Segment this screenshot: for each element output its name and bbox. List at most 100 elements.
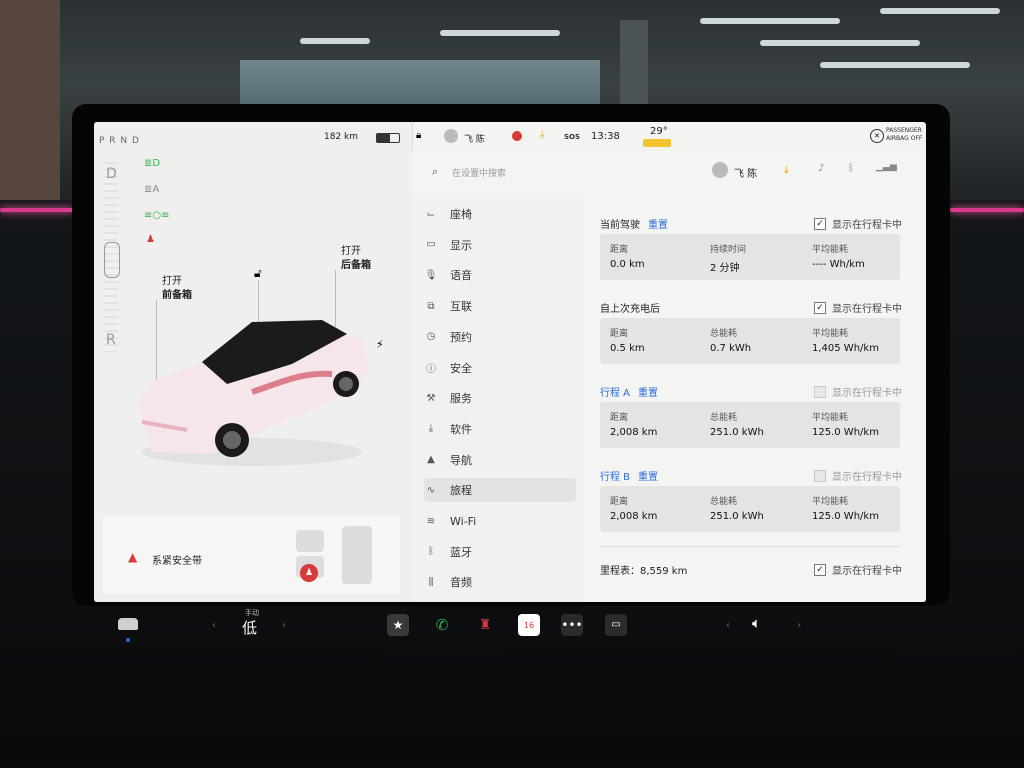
- since-charge-show-toggle[interactable]: ✓ 显示在行程卡中: [814, 300, 902, 315]
- headlight-icon: ≣D: [144, 158, 161, 169]
- profile-name[interactable]: 飞 陈: [464, 132, 485, 145]
- checkbox-checked-icon[interactable]: ✓: [814, 217, 826, 230]
- nav-item[interactable]: ∿ 旅程: [424, 478, 576, 503]
- current-drive-card: 距离 0.0 km 持续时间 2 分钟 平均能耗 ---- Wh/km: [600, 234, 900, 280]
- volume-down-chevron-icon[interactable]: ‹: [726, 620, 730, 631]
- checkbox-checked-icon[interactable]: ✓: [814, 301, 826, 314]
- nav-item[interactable]: ≋ Wi-Fi: [424, 509, 576, 533]
- dashcam-viewer-icon[interactable]: ▭: [605, 614, 627, 636]
- joystick-icon[interactable]: ♜: [474, 614, 496, 636]
- clock-time: 13:38: [591, 131, 620, 142]
- nav-item[interactable]: ᛒ 蓝牙: [424, 540, 576, 564]
- stat-label: 距离: [610, 413, 629, 423]
- ambient-light-right: [950, 208, 1024, 212]
- trunk-label[interactable]: 后备箱: [341, 256, 371, 271]
- trip-a-reset-button[interactable]: 重置: [638, 388, 658, 399]
- nav-item[interactable]: ⚒ 服务: [424, 386, 576, 410]
- unlock-icon[interactable]: 🔓︎: [254, 266, 262, 281]
- profile-avatar[interactable]: [444, 129, 458, 143]
- nav-item[interactable]: ▭ 显示: [424, 233, 576, 257]
- stat-value: 0.0 km: [610, 259, 645, 270]
- nav-item-label: 导航: [450, 453, 472, 467]
- stat-value: 0.7 kWh: [710, 343, 752, 354]
- odometer-show-toggle[interactable]: ✓ 显示在行程卡中: [814, 562, 902, 577]
- checkbox-unchecked-icon[interactable]: [814, 385, 826, 398]
- trip-icon: ∿: [426, 484, 436, 496]
- current-drive-show-toggle[interactable]: ✓ 显示在行程卡中: [814, 216, 902, 231]
- vehicle-panel: P R N D D R ≣D ≣A ≡○≡ ♟ 打开 前备箱 打开 后备箱 🔓︎…: [94, 122, 413, 602]
- signal-icon: ▁▃▅: [876, 162, 897, 172]
- trunk-open-label[interactable]: 打开: [341, 242, 361, 257]
- stat-label: 平均能耗: [812, 413, 849, 423]
- nav-item[interactable]: ⧉ 互联: [424, 294, 576, 318]
- gear-d[interactable]: D: [106, 166, 117, 182]
- seat-icon: ⌙: [426, 208, 436, 220]
- audio-icon: ⫼: [428, 576, 434, 588]
- nav-item[interactable]: ◷ 预约: [424, 325, 576, 349]
- stat-label: 总能耗: [710, 329, 738, 339]
- odometer-text: 里程表：8,559 km: [600, 566, 688, 577]
- charge-port-icon[interactable]: ⚡︎: [376, 338, 384, 351]
- settings-nav: ⌙ 座椅 ▭ 显示 🎙︎ 语音 ⧉ 互联 ◷ 预约 ⓘ 安全 ⚒ 服务 ⤓ 软件 ▲ 导航 ∿ 旅程 ≋ Wi-Fi ᛒ 蓝牙…: [412, 194, 584, 602]
- safety-icon: ⓘ: [426, 364, 436, 375]
- trip-a-show-label: 显示在行程卡中: [832, 388, 902, 399]
- search-icon[interactable]: ⌕: [432, 165, 438, 179]
- airbag-line2: AIRBAG OFF: [886, 135, 923, 142]
- car-icon[interactable]: [118, 618, 138, 630]
- battery-icon: [376, 133, 400, 143]
- weather-badge: [643, 139, 671, 147]
- nav-item-label: 预约: [450, 330, 472, 344]
- more-apps-icon[interactable]: •••: [561, 614, 583, 636]
- seat-occupancy-diagram: ♟: [290, 524, 378, 588]
- volume-up-chevron-icon[interactable]: ›: [797, 620, 801, 631]
- checkbox-unchecked-icon[interactable]: [814, 469, 826, 482]
- nav-item[interactable]: ⓘ 安全: [424, 356, 576, 380]
- header-profile-name[interactable]: 飞 陈: [734, 165, 757, 180]
- trip-b-show-label: 显示在行程卡中: [832, 472, 902, 483]
- phone-icon[interactable]: ✆: [431, 614, 453, 636]
- download-icon: ⤓: [428, 423, 434, 435]
- trip-b-show-toggle[interactable]: 显示在行程卡中: [814, 468, 902, 483]
- dashcam-record-icon[interactable]: [512, 131, 522, 141]
- frunk-label[interactable]: 前备箱: [162, 286, 192, 301]
- stat-label: 平均能耗: [812, 245, 849, 255]
- stat-value: 125.0 Wh/km: [812, 427, 879, 438]
- stat-value: ---- Wh/km: [812, 259, 865, 270]
- background-window: [240, 60, 600, 108]
- sos-icon[interactable]: SOS: [564, 133, 580, 141]
- search-input[interactable]: 在设置中搜索: [452, 166, 506, 179]
- header-profile-avatar[interactable]: [712, 162, 728, 178]
- nav-item-label: 软件: [450, 422, 472, 436]
- odometer-show-label: 显示在行程卡中: [832, 566, 902, 577]
- stat-value: 2,008 km: [610, 511, 658, 522]
- header-download-icon[interactable]: ⤓: [784, 163, 789, 177]
- checkbox-checked-icon[interactable]: ✓: [814, 563, 826, 576]
- gear-r[interactable]: R: [106, 332, 116, 348]
- software-update-icon[interactable]: ⤓: [540, 129, 544, 140]
- toybox-icon[interactable]: ★: [387, 614, 409, 636]
- current-drive-reset-button[interactable]: 重置: [648, 220, 668, 231]
- stat-label: 平均能耗: [812, 329, 849, 339]
- trip-b-title: 行程 B 重置: [600, 468, 658, 483]
- current-drive-label: 当前驾驶: [600, 220, 640, 231]
- trip-a-show-toggle[interactable]: 显示在行程卡中: [814, 384, 902, 399]
- nav-item[interactable]: ⌙ 座椅: [424, 202, 576, 226]
- nav-item[interactable]: ⫼ 音频: [424, 570, 576, 594]
- volume-icon[interactable]: 🔈︎: [752, 614, 761, 632]
- lock-status-icon[interactable]: 🔒︎: [416, 130, 421, 141]
- unbuckled-seat-icon: ♟: [300, 564, 318, 582]
- nav-item[interactable]: 🎙︎ 语音: [424, 263, 576, 287]
- bell-icon[interactable]: ♪: [818, 163, 824, 174]
- trip-b-reset-button[interactable]: 重置: [638, 472, 658, 483]
- fan-level[interactable]: 低: [242, 617, 257, 638]
- outside-temperature: 29°: [650, 126, 668, 137]
- bluetooth-status-icon[interactable]: ᛒ: [848, 163, 854, 174]
- nav-item[interactable]: ▲ 导航: [424, 448, 576, 472]
- fan-decrease-chevron-icon[interactable]: ‹: [212, 620, 216, 631]
- fan-increase-chevron-icon[interactable]: ›: [282, 620, 286, 631]
- frunk-open-label[interactable]: 打开: [162, 272, 182, 287]
- stat-value: 0.5 km: [610, 343, 645, 354]
- nav-item[interactable]: ⤓ 软件: [424, 417, 576, 441]
- calendar-icon[interactable]: 16: [518, 614, 540, 636]
- trip-a-title: 行程 A 重置: [600, 384, 658, 399]
